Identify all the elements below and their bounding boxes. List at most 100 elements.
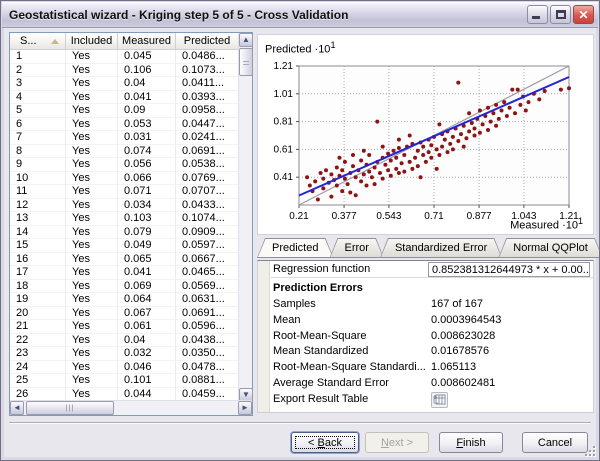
- predicted-chart-panel[interactable]: Predicted ·101 0.21 0.377 0.543 0.71 0.877 1.…: [257, 34, 594, 235]
- vertical-scrollbar-thumb[interactable]: [239, 48, 253, 76]
- table-cell: 0.053: [118, 117, 176, 131]
- table-row[interactable]: 7 Yes 0.031 0.0241...: [10, 131, 238, 145]
- table-row[interactable]: 9 Yes 0.056 0.0538...: [10, 158, 238, 172]
- table-cell: 2: [10, 63, 66, 77]
- table-row[interactable]: 20 Yes 0.067 0.0691...: [10, 306, 238, 320]
- horizontal-scrollbar-thumb[interactable]: [26, 401, 114, 415]
- sort-ascending-icon: [50, 38, 59, 44]
- table-row[interactable]: 22 Yes 0.04 0.0438...: [10, 333, 238, 347]
- svg-text:0.81: 0.81: [274, 117, 294, 128]
- table-cell: Yes: [66, 77, 118, 91]
- regression-function-value[interactable]: 0.852381312644973 * x + 0.00...: [428, 262, 590, 277]
- next-button[interactable]: Next >: [365, 432, 429, 453]
- table-row[interactable]: 1 Yes 0.045 0.0486...: [10, 50, 238, 64]
- tab-error[interactable]: Error: [329, 238, 383, 258]
- table-cell: 3: [10, 77, 66, 91]
- scatter-plot[interactable]: 0.21 0.377 0.543 0.71 0.877 1.043 1.210.410.61…: [258, 59, 595, 225]
- table-cell: Yes: [66, 131, 118, 145]
- tab-standardized-error[interactable]: Standardized Error: [380, 238, 502, 258]
- table-row[interactable]: 21 Yes 0.061 0.0596...: [10, 320, 238, 334]
- table-cell: 12: [10, 198, 66, 212]
- scroll-right-icon[interactable]: ►: [238, 401, 252, 415]
- svg-text:0.41: 0.41: [274, 172, 294, 183]
- table-row[interactable]: 26 Yes 0.044 0.0459...: [10, 387, 238, 400]
- table-row[interactable]: 2 Yes 0.106 0.1073...: [10, 63, 238, 77]
- table-row[interactable]: 12 Yes 0.034 0.0433...: [10, 198, 238, 212]
- export-result-table-button[interactable]: [431, 392, 448, 408]
- table-cell: 0.0691...: [176, 307, 238, 320]
- table-row[interactable]: 16 Yes 0.065 0.0667...: [10, 252, 238, 266]
- geostatistical-wizard-dialog: Geostatistical wizard - Kriging step 5 o…: [0, 0, 600, 461]
- table-row[interactable]: 19 Yes 0.064 0.0631...: [10, 293, 238, 307]
- table-cell: 0.0909...: [176, 226, 238, 239]
- resize-grip[interactable]: [583, 444, 595, 456]
- table-cell: 0.09: [118, 104, 176, 118]
- minimize-button[interactable]: [527, 5, 548, 24]
- regression-function-row[interactable]: Regression function 0.852381312644973 * …: [271, 261, 593, 278]
- table-cell: 0.046: [118, 360, 176, 374]
- table-cell: 0.066: [118, 171, 176, 185]
- table-cell: Yes: [66, 144, 118, 158]
- table-row[interactable]: 18 Yes 0.069 0.0569...: [10, 279, 238, 293]
- maximize-button[interactable]: [550, 5, 571, 24]
- vertical-scrollbar[interactable]: ▲ ▼: [238, 33, 253, 402]
- stat-value: 0.0003964543: [431, 313, 502, 326]
- table-row[interactable]: 15 Yes 0.049 0.0597...: [10, 239, 238, 253]
- table-cell: Yes: [66, 171, 118, 185]
- stat-label: Root-Mean-Square Standardi...: [273, 361, 425, 374]
- table-row[interactable]: 6 Yes 0.053 0.0447...: [10, 117, 238, 131]
- svg-text:0.71: 0.71: [424, 211, 444, 222]
- close-button[interactable]: ✕: [573, 5, 594, 24]
- table-cell: 0.0597...: [176, 239, 238, 253]
- table-row[interactable]: 17 Yes 0.041 0.0465...: [10, 266, 238, 280]
- y-axis-title: Predicted ·101: [265, 40, 336, 56]
- table-row[interactable]: 8 Yes 0.074 0.0691...: [10, 144, 238, 158]
- column-header-predicted[interactable]: Predicted: [176, 33, 238, 50]
- svg-text:0.377: 0.377: [332, 211, 357, 222]
- table-cell: 0.0569...: [176, 280, 238, 293]
- scroll-up-icon[interactable]: ▲: [239, 33, 253, 47]
- svg-text:1.01: 1.01: [274, 89, 294, 100]
- stat-value: 1.065113: [431, 361, 477, 374]
- cancel-button[interactable]: Cancel: [522, 432, 588, 453]
- close-icon: ✕: [578, 8, 589, 22]
- tab-normal-qqplot[interactable]: Normal QQPlot: [498, 238, 600, 258]
- table-row[interactable]: 24 Yes 0.046 0.0478...: [10, 360, 238, 374]
- finish-button[interactable]: Finish: [439, 432, 503, 453]
- table-cell: Yes: [66, 374, 118, 388]
- table-cell: 0.04: [118, 333, 176, 347]
- table-row[interactable]: 13 Yes 0.103 0.1074...: [10, 212, 238, 226]
- table-cell: 0.064: [118, 293, 176, 307]
- column-header-included[interactable]: Included: [66, 33, 118, 50]
- table-row[interactable]: 4 Yes 0.041 0.0393...: [10, 90, 238, 104]
- horizontal-scrollbar[interactable]: ◄ ►: [10, 400, 252, 415]
- stat-row: Average Standard Error 0.008602481: [273, 377, 591, 393]
- table-cell: Yes: [66, 117, 118, 131]
- tab-predicted[interactable]: Predicted: [257, 238, 333, 258]
- column-header-measured[interactable]: Measured: [118, 33, 176, 50]
- scroll-left-icon[interactable]: ◄: [10, 401, 24, 415]
- table-row[interactable]: 25 Yes 0.101 0.0881...: [10, 374, 238, 388]
- table-row[interactable]: 23 Yes 0.032 0.0350...: [10, 347, 238, 361]
- table-row[interactable]: 3 Yes 0.04 0.0411...: [10, 77, 238, 91]
- table-cell: 10: [10, 171, 66, 185]
- table-cell: 0.0447...: [176, 118, 238, 131]
- button-separator: [9, 422, 591, 424]
- table-cell: 0.049: [118, 239, 176, 253]
- table-row[interactable]: 14 Yes 0.079 0.0909...: [10, 225, 238, 239]
- table-cell: 8: [10, 144, 66, 158]
- tab-label: Standardized Error: [381, 239, 501, 257]
- table-cell: 0.074: [118, 144, 176, 158]
- stat-label: Samples: [273, 298, 316, 310]
- table-row[interactable]: 11 Yes 0.071 0.0707...: [10, 185, 238, 199]
- title-bar[interactable]: Geostatistical wizard - Kriging step 5 o…: [2, 2, 598, 28]
- column-header-source[interactable]: S...: [10, 33, 66, 50]
- table-cell: Yes: [66, 50, 118, 64]
- back-button[interactable]: < Back: [291, 432, 359, 453]
- table-cell: 0.041: [118, 90, 176, 104]
- table-row[interactable]: 5 Yes 0.09 0.0958...: [10, 104, 238, 118]
- table-cell: 9: [10, 158, 66, 172]
- minimize-icon: [532, 16, 540, 19]
- stat-value: 0.008623028: [431, 329, 496, 342]
- table-row[interactable]: 10 Yes 0.066 0.0769...: [10, 171, 238, 185]
